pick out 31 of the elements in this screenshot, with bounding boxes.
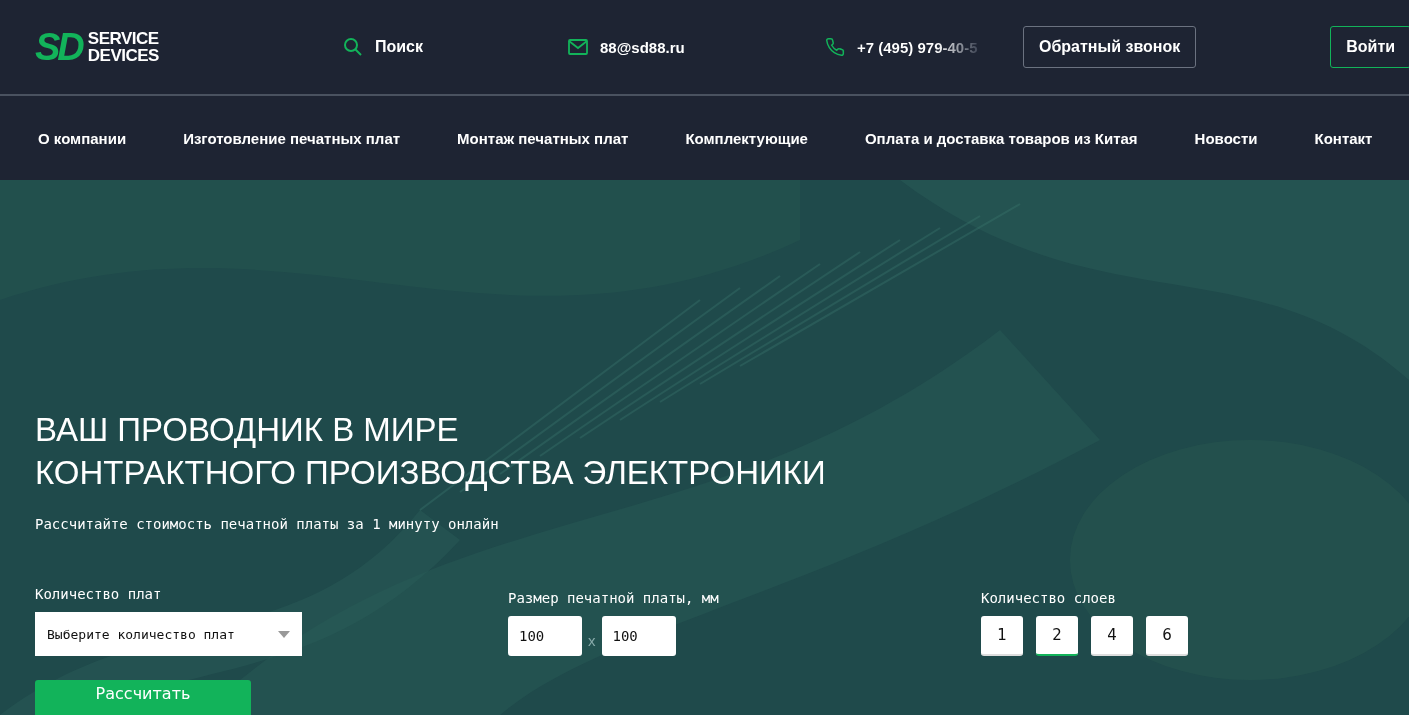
nav-link[interactable]: Новости — [1194, 129, 1258, 147]
login-button[interactable]: Войти — [1330, 26, 1409, 68]
mail-icon[interactable] — [568, 39, 588, 55]
layer-option[interactable]: 4 — [1091, 616, 1133, 656]
field-label: Количество плат — [35, 586, 163, 602]
hero-title: ВАШ ПРОВОДНИК В МИРЕ КОНТРАКТНОГО ПРОИЗВОДСТВА ЭЛЕКТРОНИКИ — [35, 410, 827, 493]
layer-option[interactable]: 1 — [981, 616, 1023, 656]
height-input[interactable]: 100 — [601, 616, 676, 656]
nav-link[interactable]: Комплектующие — [685, 129, 808, 147]
search-icon[interactable] — [343, 37, 363, 57]
search-link[interactable]: Поиск — [375, 38, 423, 56]
callback-button[interactable]: Обратный звонок — [1023, 26, 1197, 68]
quantity-select[interactable]: Выберите количество плат — [35, 612, 302, 656]
layer-option[interactable]: 6 — [1146, 616, 1188, 656]
nav-link[interactable]: Монтаж печатных плат — [457, 129, 629, 147]
field-label: Размер печатной платы, мм — [508, 590, 720, 606]
nav-link[interactable]: Контакт — [1314, 129, 1373, 147]
logo-mark[interactable]: SD — [35, 28, 82, 66]
field-label: Количество слоев — [981, 590, 1117, 606]
caret-icon — [278, 630, 290, 638]
width-input[interactable]: 100 — [508, 616, 582, 656]
logo-text[interactable]: DEVICES — [87, 47, 159, 64]
phone-icon[interactable] — [825, 37, 845, 57]
email-link[interactable]: 88@sd88.ru — [600, 38, 685, 56]
times-sign: x — [587, 630, 597, 649]
nav-link[interactable]: О компании — [38, 129, 127, 147]
layer-option[interactable]: 2 — [1036, 616, 1078, 656]
hero-subtitle: Рассчитайте стоимость печатной платы за 1 минуту онлайн — [35, 516, 500, 532]
nav-link[interactable]: Оплата и доставка товаров из Китая — [864, 129, 1138, 147]
logo-text[interactable]: SERVICE — [87, 30, 159, 47]
nav-link[interactable]: Изготовление печатных плат — [183, 129, 401, 147]
